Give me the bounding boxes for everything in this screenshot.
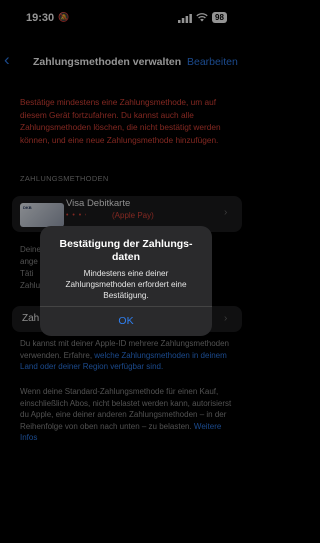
alert-dialog: Bestätigung der Zahlungs-daten Mindesten… [40, 226, 212, 336]
alert-message: Mindestens eine deiner Zahlungsmethoden … [65, 269, 187, 300]
alert-title: Bestätigung der Zahlungs-daten [59, 238, 193, 263]
ok-button[interactable]: OK [40, 307, 212, 336]
